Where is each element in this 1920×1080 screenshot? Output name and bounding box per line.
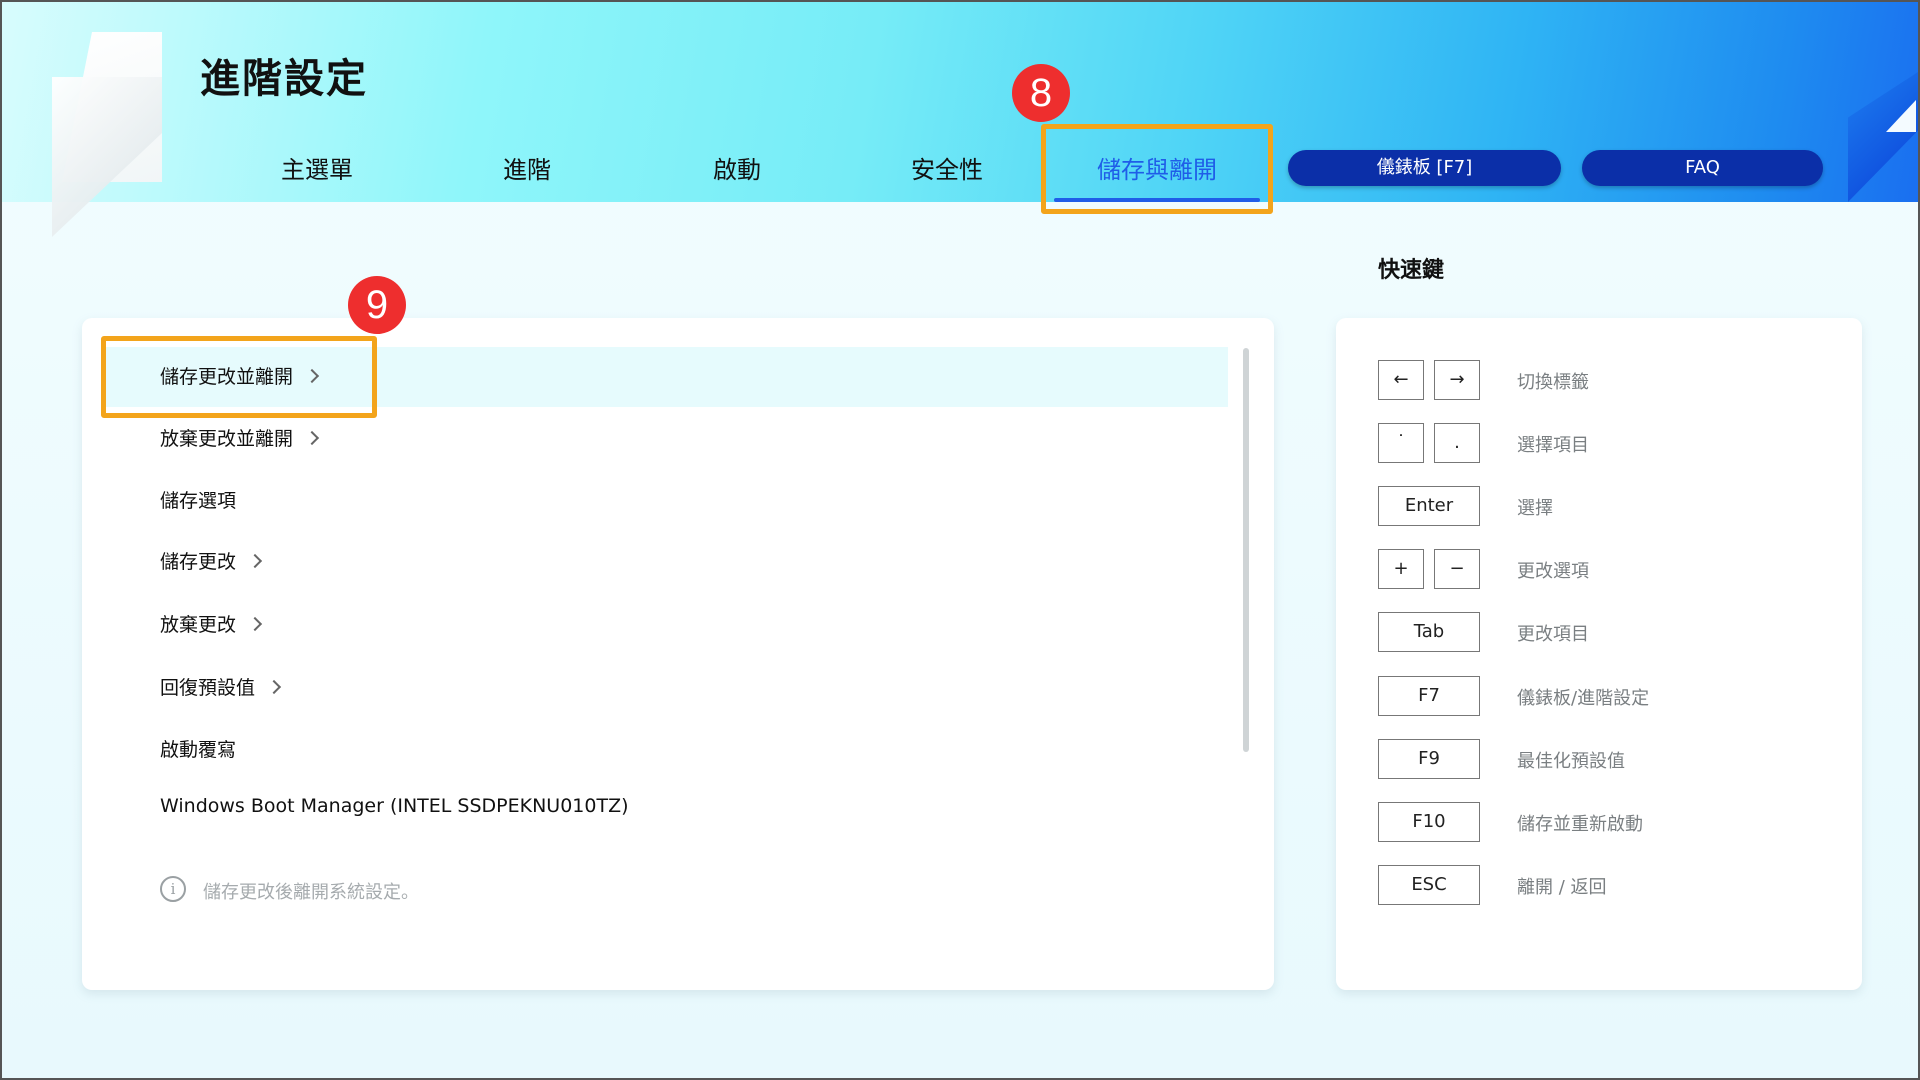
menu-item-restore-defaults[interactable]: 回復預設值 (160, 673, 282, 700)
shortcut-desc: 最佳化預設值 (1517, 751, 1625, 772)
tab-boot[interactable]: 啟動 (647, 150, 827, 190)
shortcut-desc: 儀錶板/進階設定 (1517, 688, 1650, 709)
shortcut-desc: 選擇項目 (1517, 435, 1589, 456)
key-f7: F7 (1378, 676, 1480, 716)
menu-item-save-changes[interactable]: 儲存更改 (160, 547, 263, 574)
shortcut-desc: 選擇 (1517, 498, 1553, 519)
chevron-right-icon (247, 616, 263, 632)
tab-security[interactable]: 安全性 (857, 150, 1037, 190)
key-left-arrow: ← (1378, 360, 1424, 400)
shortcuts-title: 快速鍵 (1378, 258, 1445, 283)
key-down: . (1434, 423, 1480, 463)
faq-button[interactable]: FAQ (1582, 150, 1823, 186)
menu-item-save-options: 儲存選項 (160, 486, 236, 513)
key-tab: Tab (1378, 612, 1480, 652)
menu-item-label: 儲存更改 (160, 551, 237, 573)
bios-screen: 進階設定 主選單 進階 啟動 安全性 儲存與離開 儀錶板 [F7] FAQ 8 … (0, 0, 1920, 1080)
shortcut-desc: 更改項目 (1517, 624, 1589, 645)
menu-item-label: 放棄更改並離開 (160, 428, 294, 450)
chevron-right-icon (247, 553, 263, 569)
tab-main[interactable]: 主選單 (227, 150, 407, 190)
menu-item-label: Windows Boot Manager (INTEL SSDPEKNU010T… (160, 795, 629, 817)
key-f10: F10 (1378, 802, 1480, 842)
menu-highlight-box (101, 336, 377, 418)
shortcut-desc: 儲存並重新啟動 (1517, 814, 1643, 835)
menu-item-boot-override: 啟動覆寫 (160, 735, 236, 762)
menu-item-discard-changes[interactable]: 放棄更改 (160, 610, 263, 637)
dashboard-button[interactable]: 儀錶板 [F7] (1288, 150, 1561, 186)
key-minus: − (1434, 549, 1480, 589)
shortcut-desc: 切換標籤 (1517, 372, 1589, 393)
step-marker-8: 8 (1012, 64, 1070, 122)
shortcut-desc: 更改選項 (1517, 561, 1589, 582)
key-plus: + (1378, 549, 1424, 589)
key-f9: F9 (1378, 739, 1480, 779)
menu-item-label: 回復預設值 (160, 677, 256, 699)
shortcut-desc: 離開 / 返回 (1517, 877, 1607, 898)
key-right-arrow: → (1434, 360, 1480, 400)
key-up: ˙ (1378, 423, 1424, 463)
menu-item-windows-boot-manager[interactable]: Windows Boot Manager (INTEL SSDPEKNU010T… (160, 795, 629, 817)
menu-item-label: 放棄更改 (160, 614, 237, 636)
info-icon: i (160, 876, 186, 902)
tab-highlight-box (1041, 124, 1273, 214)
chevron-right-icon (304, 430, 320, 446)
menu-item-label: 啟動覆寫 (160, 739, 237, 761)
key-esc: ESC (1378, 865, 1480, 905)
menu-scrollbar[interactable] (1243, 348, 1249, 752)
chevron-right-icon (266, 679, 282, 695)
menu-item-discard-changes-exit[interactable]: 放棄更改並離開 (160, 424, 320, 451)
menu-item-label: 儲存選項 (160, 490, 237, 512)
help-text: 儲存更改後離開系統設定。 (203, 882, 419, 903)
step-marker-9: 9 (348, 276, 406, 334)
page-title: 進階設定 (200, 56, 368, 102)
tab-advanced[interactable]: 進階 (437, 150, 617, 190)
key-enter: Enter (1378, 486, 1480, 526)
